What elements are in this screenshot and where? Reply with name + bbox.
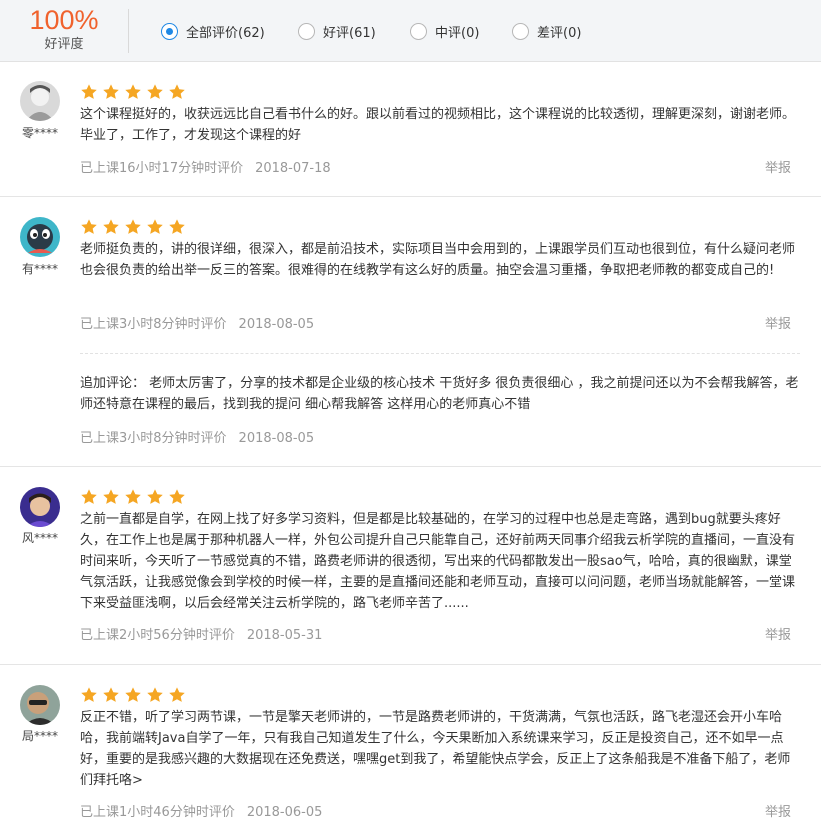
star-rating xyxy=(80,83,186,101)
star-icon xyxy=(103,84,119,99)
report-link[interactable]: 举报 xyxy=(765,801,791,820)
review-meta: 已上课1小时46分钟时评价 2018-06-05 xyxy=(80,801,322,820)
filter-positive[interactable]: 好评(61) xyxy=(298,21,376,41)
positive-rate-summary: 100% 好评度 xyxy=(0,0,128,62)
followup-divider xyxy=(80,353,800,354)
study-time: 已上课3小时8分钟时评价 xyxy=(80,317,227,332)
star-icon xyxy=(103,219,119,234)
divider xyxy=(128,9,129,53)
study-time: 已上课16小时17分钟时评价 xyxy=(80,161,244,176)
review-item: 零**** 这个课程挺好的，收获远远比自己看书什么的好。跟以前看过的视频相比，这… xyxy=(0,63,821,197)
star-icon xyxy=(147,687,163,702)
positive-rate-label: 好评度 xyxy=(44,37,84,52)
review-meta: 已上课16小时17分钟时评价 2018-07-18 xyxy=(80,157,331,176)
star-rating xyxy=(80,686,186,704)
filter-all[interactable]: 全部评价(62) xyxy=(161,21,265,41)
report-link[interactable]: 举报 xyxy=(765,313,791,332)
filter-negative-label: 差评(0) xyxy=(537,25,582,41)
review-content: 这个课程挺好的，收获远远比自己看书什么的好。跟以前看过的视频相比，这个课程说的比… xyxy=(80,107,796,143)
review-date: 2018-08-05 xyxy=(238,317,315,332)
filter-negative[interactable]: 差评(0) xyxy=(512,21,581,41)
radio-selected-icon[interactable] xyxy=(161,22,178,40)
radio-icon[interactable] xyxy=(298,22,315,40)
report-link[interactable]: 举报 xyxy=(765,157,791,176)
username: 有**** xyxy=(21,262,58,276)
star-icon xyxy=(169,84,185,99)
star-icon xyxy=(169,687,185,702)
star-icon xyxy=(125,84,141,99)
radio-icon[interactable] xyxy=(410,22,427,40)
star-rating xyxy=(80,488,186,506)
star-icon xyxy=(147,489,163,504)
star-icon xyxy=(125,219,141,234)
review-item: 有**** 老师挺负责的，讲的很详细，很深入，都是前沿技术，实际项目当中会用到的… xyxy=(0,197,821,467)
review-meta: 已上课2小时56分钟时评价 2018-05-31 xyxy=(80,624,322,643)
followup-meta: 已上课3小时8分钟时评价 2018-08-05 xyxy=(80,427,314,446)
star-rating xyxy=(80,218,186,236)
review-content: 老师挺负责的，讲的很详细，很深入，都是前沿技术，实际项目当中会用到的，上课跟学员… xyxy=(80,242,796,278)
followup-content: 追加评论： 老师太厉害了，分享的技术都是企业级的核心技术 干货好多 很负责很细心… xyxy=(80,376,799,412)
star-icon xyxy=(125,489,141,504)
filter-positive-label: 好评(61) xyxy=(323,25,376,41)
filter-neutral[interactable]: 中评(0) xyxy=(410,21,479,41)
report-link[interactable]: 举报 xyxy=(765,624,791,643)
star-icon xyxy=(81,219,97,234)
review-date: 2018-08-05 xyxy=(238,431,315,446)
star-icon xyxy=(81,687,97,702)
review-date: 2018-06-05 xyxy=(246,805,323,820)
avatar[interactable] xyxy=(20,217,60,257)
star-icon xyxy=(81,489,97,504)
avatar[interactable] xyxy=(20,487,60,527)
star-icon xyxy=(147,84,163,99)
avatar[interactable] xyxy=(20,81,60,121)
study-time: 已上课2小时56分钟时评价 xyxy=(80,628,235,643)
username: 风**** xyxy=(21,531,58,545)
username: 零**** xyxy=(21,126,58,140)
review-content: 反正不错，听了学习两节课，一节是擎天老师讲的，一节是路费老师讲的，干货满满，气氛… xyxy=(80,710,791,788)
review-item: 局**** 反正不错，听了学习两节课，一节是擎天老师讲的，一节是路费老师讲的，干… xyxy=(0,665,821,833)
star-icon xyxy=(169,219,185,234)
star-icon xyxy=(125,687,141,702)
review-date: 2018-07-18 xyxy=(255,161,331,176)
review-item: 风**** 之前一直都是自学，在网上找了好多学习资料，但是都是比较基础的，在学习… xyxy=(0,467,821,665)
study-time: 已上课1小时46分钟时评价 xyxy=(80,805,235,820)
positive-rate-percent: 100% xyxy=(29,5,99,35)
avatar[interactable] xyxy=(20,685,60,725)
star-icon xyxy=(169,489,185,504)
study-time: 已上课3小时8分钟时评价 xyxy=(80,431,227,446)
filter-all-label: 全部评价(62) xyxy=(186,25,265,41)
review-content: 之前一直都是自学，在网上找了好多学习资料，但是都是比较基础的，在学习的过程中也总… xyxy=(80,512,796,611)
star-icon xyxy=(103,489,119,504)
star-icon xyxy=(81,84,97,99)
filter-neutral-label: 中评(0) xyxy=(435,25,480,41)
username: 局**** xyxy=(21,729,58,743)
star-icon xyxy=(147,219,163,234)
review-filter-bar: 100% 好评度 全部评价(62) 好评(61) 中评(0) 差评(0) xyxy=(0,0,821,62)
review-date: 2018-05-31 xyxy=(246,628,323,643)
star-icon xyxy=(103,687,119,702)
review-meta: 已上课3小时8分钟时评价 2018-08-05 xyxy=(80,313,314,332)
radio-icon[interactable] xyxy=(512,22,529,40)
